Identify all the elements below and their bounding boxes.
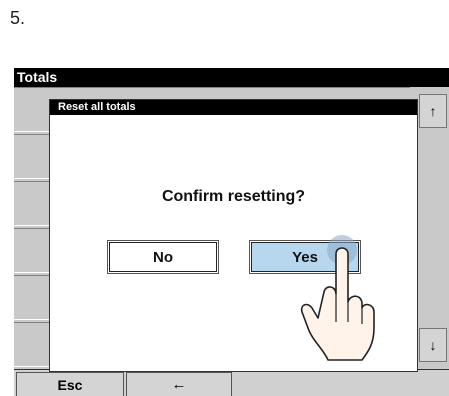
arrow-down-icon: ↓ <box>429 337 437 353</box>
arrow-up-icon: ↑ <box>429 103 437 119</box>
confirm-question: Confirm resetting? <box>161 188 306 205</box>
dialog-title: Reset all totals <box>58 101 136 113</box>
scrollbar[interactable]: ↑ ↓ <box>417 87 449 370</box>
pointing-hand-icon <box>300 235 375 361</box>
no-button[interactable]: No <box>109 242 217 272</box>
scroll-down-button[interactable]: ↓ <box>419 328 447 362</box>
scroll-up-button[interactable]: ↑ <box>419 94 447 128</box>
window-title: Totals <box>17 69 58 85</box>
no-label: No <box>153 248 173 266</box>
back-button[interactable]: ← <box>126 372 232 396</box>
esc-label: Esc <box>57 376 83 393</box>
window-titlebar: Totals <box>14 68 449 87</box>
esc-button[interactable]: Esc <box>16 372 124 396</box>
arrow-left-icon: ← <box>171 376 187 393</box>
dialog-titlebar: Reset all totals <box>50 100 417 115</box>
step-number: 5. <box>10 8 26 28</box>
bottom-toolbar: Esc ← <box>14 369 449 396</box>
